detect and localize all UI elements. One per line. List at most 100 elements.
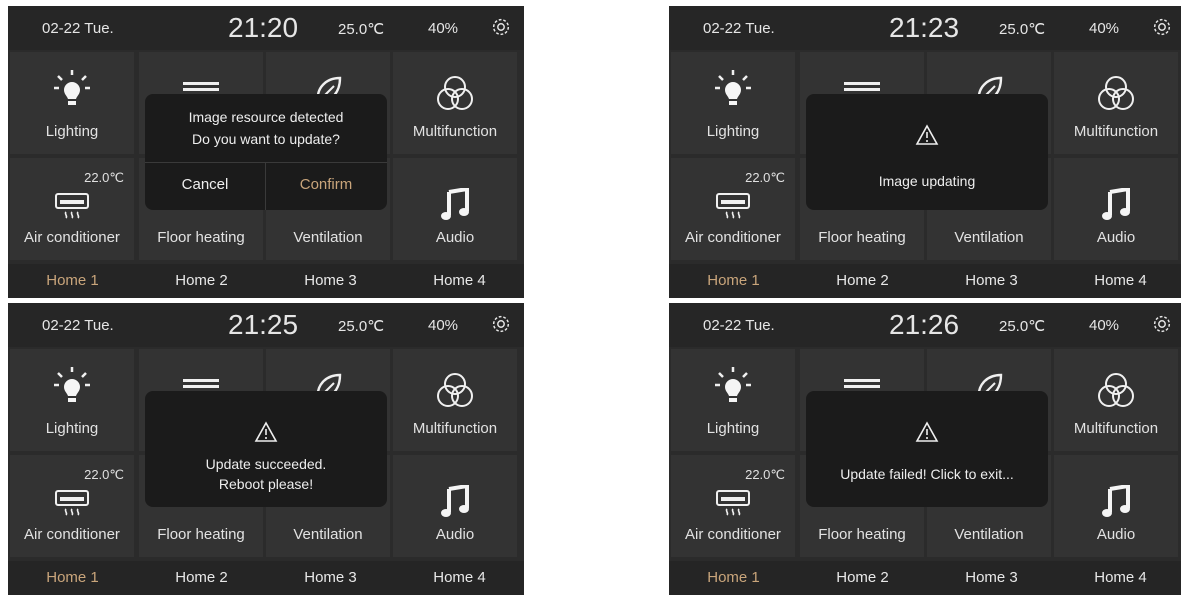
air-conditioner-icon: [55, 490, 89, 516]
status-bar: 02-22 Tue. 21:23 25.0℃ 40%: [669, 6, 1181, 50]
rgb-circles-icon: [1098, 373, 1134, 407]
update-succeeded-dialog: Update succeeded. Reboot please!: [145, 391, 387, 507]
home-tabs: Home 1 Home 2 Home 3 Home 4: [8, 264, 524, 298]
tile-lighting[interactable]: Lighting: [671, 52, 795, 154]
divider: [145, 162, 387, 163]
tab-home-1[interactable]: Home 1: [669, 569, 798, 586]
home-tabs: Home 1 Home 2 Home 3 Home 4: [669, 561, 1181, 595]
humidity-label: 40%: [428, 317, 459, 334]
gear-icon[interactable]: [1151, 313, 1173, 335]
music-note-icon: [1102, 485, 1130, 517]
tile-label: Audio: [1096, 229, 1136, 246]
tab-home-2[interactable]: Home 2: [798, 272, 927, 289]
air-conditioner-icon: [716, 490, 750, 516]
temperature-label: 25.0℃: [338, 21, 385, 38]
music-note-icon: [441, 188, 469, 220]
tile-label: Audio: [1096, 526, 1136, 543]
humidity-label: 40%: [1089, 20, 1120, 37]
tile-label: Lighting: [706, 123, 760, 140]
gear-icon[interactable]: [490, 313, 512, 335]
tab-home-1[interactable]: Home 1: [8, 272, 137, 289]
tile-label: Ventilation: [954, 526, 1024, 543]
tile-label: Air conditioner: [685, 526, 781, 543]
tile-label: Floor heating: [157, 229, 245, 246]
tile-label: Ventilation: [293, 526, 363, 543]
date-label: 02-22 Tue.: [703, 317, 775, 334]
tab-home-1[interactable]: Home 1: [8, 569, 137, 586]
status-bar: 02-22 Tue. 21:26 25.0℃ 40%: [669, 303, 1181, 347]
warning-triangle-icon: [254, 421, 278, 442]
tab-home-4[interactable]: Home 4: [1056, 272, 1181, 289]
tile-audio[interactable]: Audio: [393, 455, 517, 557]
tile-multifunction[interactable]: Multifunction: [393, 52, 517, 154]
date-label: 02-22 Tue.: [703, 20, 775, 37]
tile-air-conditioner[interactable]: 22.0℃ Air conditioner: [10, 158, 134, 260]
tab-home-3[interactable]: Home 3: [266, 272, 395, 289]
tab-home-2[interactable]: Home 2: [798, 569, 927, 586]
rgb-circles-icon: [1098, 76, 1134, 110]
tile-label: Ventilation: [293, 229, 363, 246]
tile-label: Multifunction: [1073, 420, 1159, 437]
warning-triangle-icon: [915, 124, 939, 145]
tile-air-conditioner[interactable]: 22.0℃ Air conditioner: [10, 455, 134, 557]
tile-audio[interactable]: Audio: [1054, 455, 1178, 557]
tab-home-3[interactable]: Home 3: [927, 272, 1056, 289]
tile-label: Audio: [435, 229, 475, 246]
tile-label: Audio: [435, 526, 475, 543]
status-bar: 02-22 Tue. 21:25 25.0℃ 40%: [8, 303, 524, 347]
tab-home-1[interactable]: Home 1: [669, 272, 798, 289]
time-label: 21:26: [889, 309, 960, 340]
tile-multifunction[interactable]: Multifunction: [393, 349, 517, 451]
music-note-icon: [441, 485, 469, 517]
bulb-icon: [54, 367, 90, 402]
confirm-button[interactable]: Confirm: [266, 176, 386, 193]
temperature-label: 25.0℃: [338, 318, 385, 335]
tile-audio[interactable]: Audio: [1054, 158, 1178, 260]
tab-home-3[interactable]: Home 3: [266, 569, 395, 586]
tab-home-4[interactable]: Home 4: [395, 272, 524, 289]
gear-icon[interactable]: [490, 16, 512, 38]
humidity-label: 40%: [1089, 317, 1120, 334]
tile-air-conditioner[interactable]: 22.0℃ Air conditioner: [671, 158, 795, 260]
tab-home-4[interactable]: Home 4: [1056, 569, 1181, 586]
home-tabs: Home 1 Home 2 Home 3 Home 4: [8, 561, 524, 595]
tile-lighting[interactable]: Lighting: [671, 349, 795, 451]
tile-air-conditioner[interactable]: 22.0℃ Air conditioner: [671, 455, 795, 557]
cancel-button[interactable]: Cancel: [145, 176, 265, 193]
rgb-circles-icon: [437, 373, 473, 407]
tile-label: Multifunction: [412, 123, 498, 140]
dialog-line-1: Update succeeded.: [205, 456, 327, 472]
setpoint-label: 22.0℃: [745, 467, 785, 482]
tile-label: Floor heating: [157, 526, 245, 543]
gear-icon[interactable]: [1151, 16, 1173, 38]
update-failed-dialog[interactable]: Update failed! Click to exit...: [806, 391, 1048, 507]
tile-label: Lighting: [706, 420, 760, 437]
bulb-icon: [715, 70, 751, 105]
tile-lighting[interactable]: Lighting: [10, 349, 134, 451]
tile-label: Floor heating: [818, 526, 906, 543]
tile-lighting[interactable]: Lighting: [10, 52, 134, 154]
tile-label: Lighting: [45, 420, 99, 437]
tab-home-2[interactable]: Home 2: [137, 272, 266, 289]
time-label: 21:23: [889, 12, 960, 43]
setpoint-label: 22.0℃: [84, 170, 124, 185]
panel-update-failed: 02-22 Tue. 21:26 25.0℃ 40% Lighting Mult…: [669, 303, 1181, 595]
humidity-label: 40%: [428, 20, 459, 37]
dialog-line-1: Image resource detected: [188, 109, 344, 125]
dialog-message: Update failed! Click to exit...: [840, 466, 1014, 482]
tile-multifunction[interactable]: Multifunction: [1054, 349, 1178, 451]
date-label: 02-22 Tue.: [42, 317, 114, 334]
rgb-circles-icon: [437, 76, 473, 110]
panel-update-succeeded: 02-22 Tue. 21:25 25.0℃ 40% Lighting Mult…: [8, 303, 524, 595]
tab-home-4[interactable]: Home 4: [395, 569, 524, 586]
panel-updating: 02-22 Tue. 21:23 25.0℃ 40% Lighting Mult…: [669, 6, 1181, 298]
setpoint-label: 22.0℃: [745, 170, 785, 185]
tile-label: Floor heating: [818, 229, 906, 246]
tile-multifunction[interactable]: Multifunction: [1054, 52, 1178, 154]
tile-label: Air conditioner: [24, 526, 120, 543]
tab-home-2[interactable]: Home 2: [137, 569, 266, 586]
air-conditioner-icon: [55, 193, 89, 219]
tile-audio[interactable]: Audio: [393, 158, 517, 260]
music-note-icon: [1102, 188, 1130, 220]
tab-home-3[interactable]: Home 3: [927, 569, 1056, 586]
